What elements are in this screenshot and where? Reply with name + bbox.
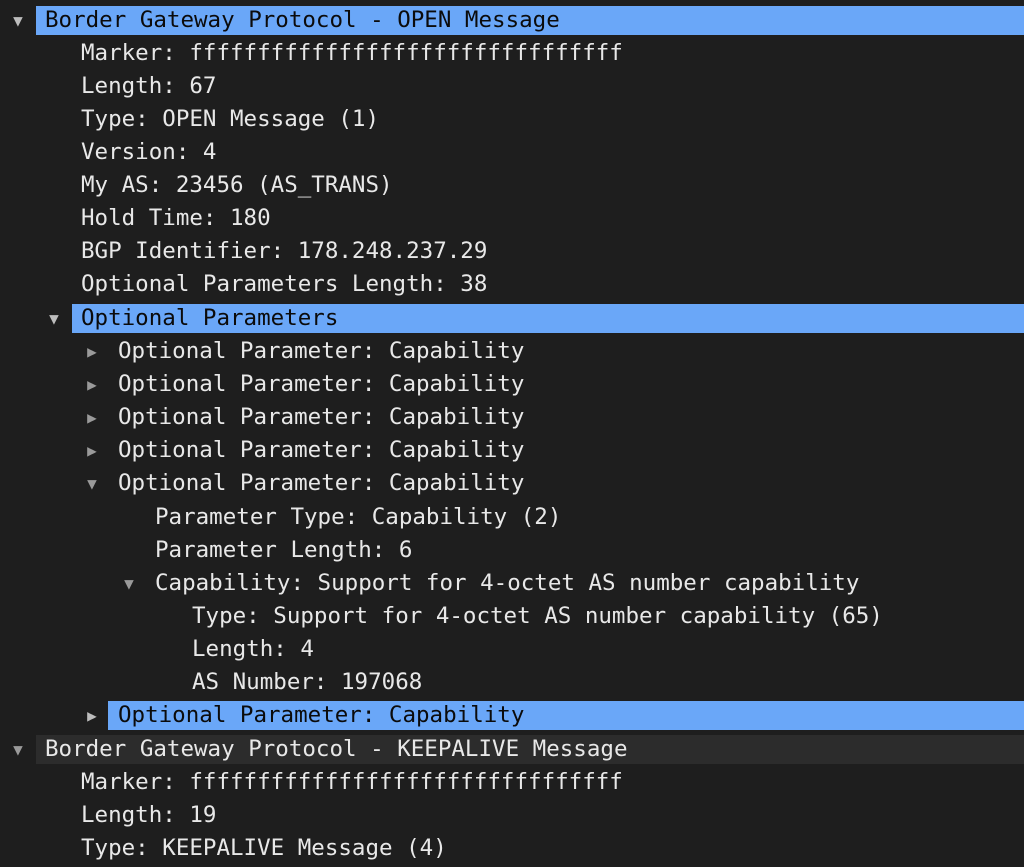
expander-collapsed-icon[interactable]: ▶ xyxy=(84,368,100,401)
tree-row-optional-parameter[interactable]: ▶ Optional Parameter: Capability xyxy=(0,335,1024,368)
expander-collapsed-icon[interactable]: ▶ xyxy=(84,335,100,368)
tree-row-label: Parameter Type: Capability (2) xyxy=(155,504,562,530)
expander-expanded-icon[interactable]: ▼ xyxy=(10,733,26,766)
tree-row-as-number[interactable]: AS Number: 197068 xyxy=(0,666,1024,699)
tree-row-my-as[interactable]: My AS: 23456 (AS_TRANS) xyxy=(0,169,1024,202)
tree-row-optional-parameter[interactable]: ▶ Optional Parameter: Capability xyxy=(0,434,1024,467)
tree-row-label: Optional Parameter: Capability xyxy=(118,404,525,430)
tree-row-marker[interactable]: Marker: ffffffffffffffffffffffffffffffff xyxy=(0,766,1024,799)
tree-row-label: Type: Support for 4-octet AS number capa… xyxy=(192,603,883,629)
tree-row-optional-parameter[interactable]: ▶ Optional Parameter: Capability xyxy=(0,401,1024,434)
tree-row-label: Optional Parameter: Capability xyxy=(118,437,525,463)
tree-row-optional-parameter[interactable]: ▶ Optional Parameter: Capability xyxy=(0,699,1024,732)
tree-row-label: AS Number: 197068 xyxy=(192,669,423,695)
expander-collapsed-icon[interactable]: ▶ xyxy=(84,699,100,732)
tree-row-label: Capability: Support for 4-octet AS numbe… xyxy=(155,570,860,596)
tree-row-label: BGP Identifier: 178.248.237.29 xyxy=(81,238,488,264)
tree-row-label: Optional Parameter: Capability xyxy=(118,470,525,496)
tree-row-label: Border Gateway Protocol - KEEPALIVE Mess… xyxy=(45,736,628,762)
tree-row-label: Optional Parameter: Capability xyxy=(118,371,525,397)
tree-row-marker[interactable]: Marker: ffffffffffffffffffffffffffffffff xyxy=(0,37,1024,70)
tree-row-parameter-type[interactable]: Parameter Type: Capability (2) xyxy=(0,501,1024,534)
tree-row-label: Marker: ffffffffffffffffffffffffffffffff xyxy=(81,769,623,795)
tree-row-length[interactable]: Length: 19 xyxy=(0,799,1024,832)
tree-row-optional-parameters[interactable]: ▼ Optional Parameters xyxy=(0,302,1024,335)
tree-row-label: Optional Parameter: Capability xyxy=(118,338,525,364)
tree-row-label: Type: OPEN Message (1) xyxy=(81,106,380,132)
tree-row-capability[interactable]: ▼ Capability: Support for 4-octet AS num… xyxy=(0,567,1024,600)
tree-row-label: Optional Parameter: Capability xyxy=(118,702,525,728)
tree-row-label: My AS: 23456 (AS_TRANS) xyxy=(81,172,393,198)
expander-expanded-icon[interactable]: ▼ xyxy=(10,4,26,37)
tree-row-label: Type: KEEPALIVE Message (4) xyxy=(81,835,447,861)
tree-row-label: Optional Parameters xyxy=(81,305,339,331)
tree-row-label: Length: 19 xyxy=(81,802,217,828)
tree-row-bgp-open-message[interactable]: ▼ Border Gateway Protocol - OPEN Message xyxy=(0,4,1024,37)
expander-collapsed-icon[interactable]: ▶ xyxy=(84,434,100,467)
expander-collapsed-icon[interactable]: ▶ xyxy=(84,401,100,434)
tree-row-label: Marker: ffffffffffffffffffffffffffffffff xyxy=(81,40,623,66)
packet-details-tree: ▼ Border Gateway Protocol - OPEN Message… xyxy=(0,0,1024,867)
tree-row-capability-length[interactable]: Length: 4 xyxy=(0,633,1024,666)
tree-row-label: Optional Parameters Length: 38 xyxy=(81,271,488,297)
tree-row-label: Border Gateway Protocol - OPEN Message xyxy=(45,7,560,33)
tree-row-version[interactable]: Version: 4 xyxy=(0,136,1024,169)
expander-expanded-icon[interactable]: ▼ xyxy=(84,467,100,500)
tree-row-length[interactable]: Length: 67 xyxy=(0,70,1024,103)
expander-expanded-icon[interactable]: ▼ xyxy=(121,567,137,600)
tree-row-type[interactable]: Type: OPEN Message (1) xyxy=(0,103,1024,136)
tree-row-hold-time[interactable]: Hold Time: 180 xyxy=(0,202,1024,235)
tree-row-label: Parameter Length: 6 xyxy=(155,537,413,563)
tree-row-label: Version: 4 xyxy=(81,139,217,165)
tree-row-optional-parameters-length[interactable]: Optional Parameters Length: 38 xyxy=(0,268,1024,301)
tree-row-label: Length: 4 xyxy=(192,636,314,662)
tree-row-capability-type[interactable]: Type: Support for 4-octet AS number capa… xyxy=(0,600,1024,633)
tree-row-label: Hold Time: 180 xyxy=(81,205,271,231)
tree-row-type[interactable]: Type: KEEPALIVE Message (4) xyxy=(0,832,1024,865)
tree-row-parameter-length[interactable]: Parameter Length: 6 xyxy=(0,534,1024,567)
tree-row-optional-parameter[interactable]: ▶ Optional Parameter: Capability xyxy=(0,368,1024,401)
expander-expanded-icon[interactable]: ▼ xyxy=(46,302,62,335)
tree-row-bgp-keepalive-message[interactable]: ▼ Border Gateway Protocol - KEEPALIVE Me… xyxy=(0,733,1024,766)
tree-row-optional-parameter[interactable]: ▼ Optional Parameter: Capability xyxy=(0,467,1024,500)
tree-row-label: Length: 67 xyxy=(81,73,217,99)
tree-row-bgp-identifier[interactable]: BGP Identifier: 178.248.237.29 xyxy=(0,235,1024,268)
